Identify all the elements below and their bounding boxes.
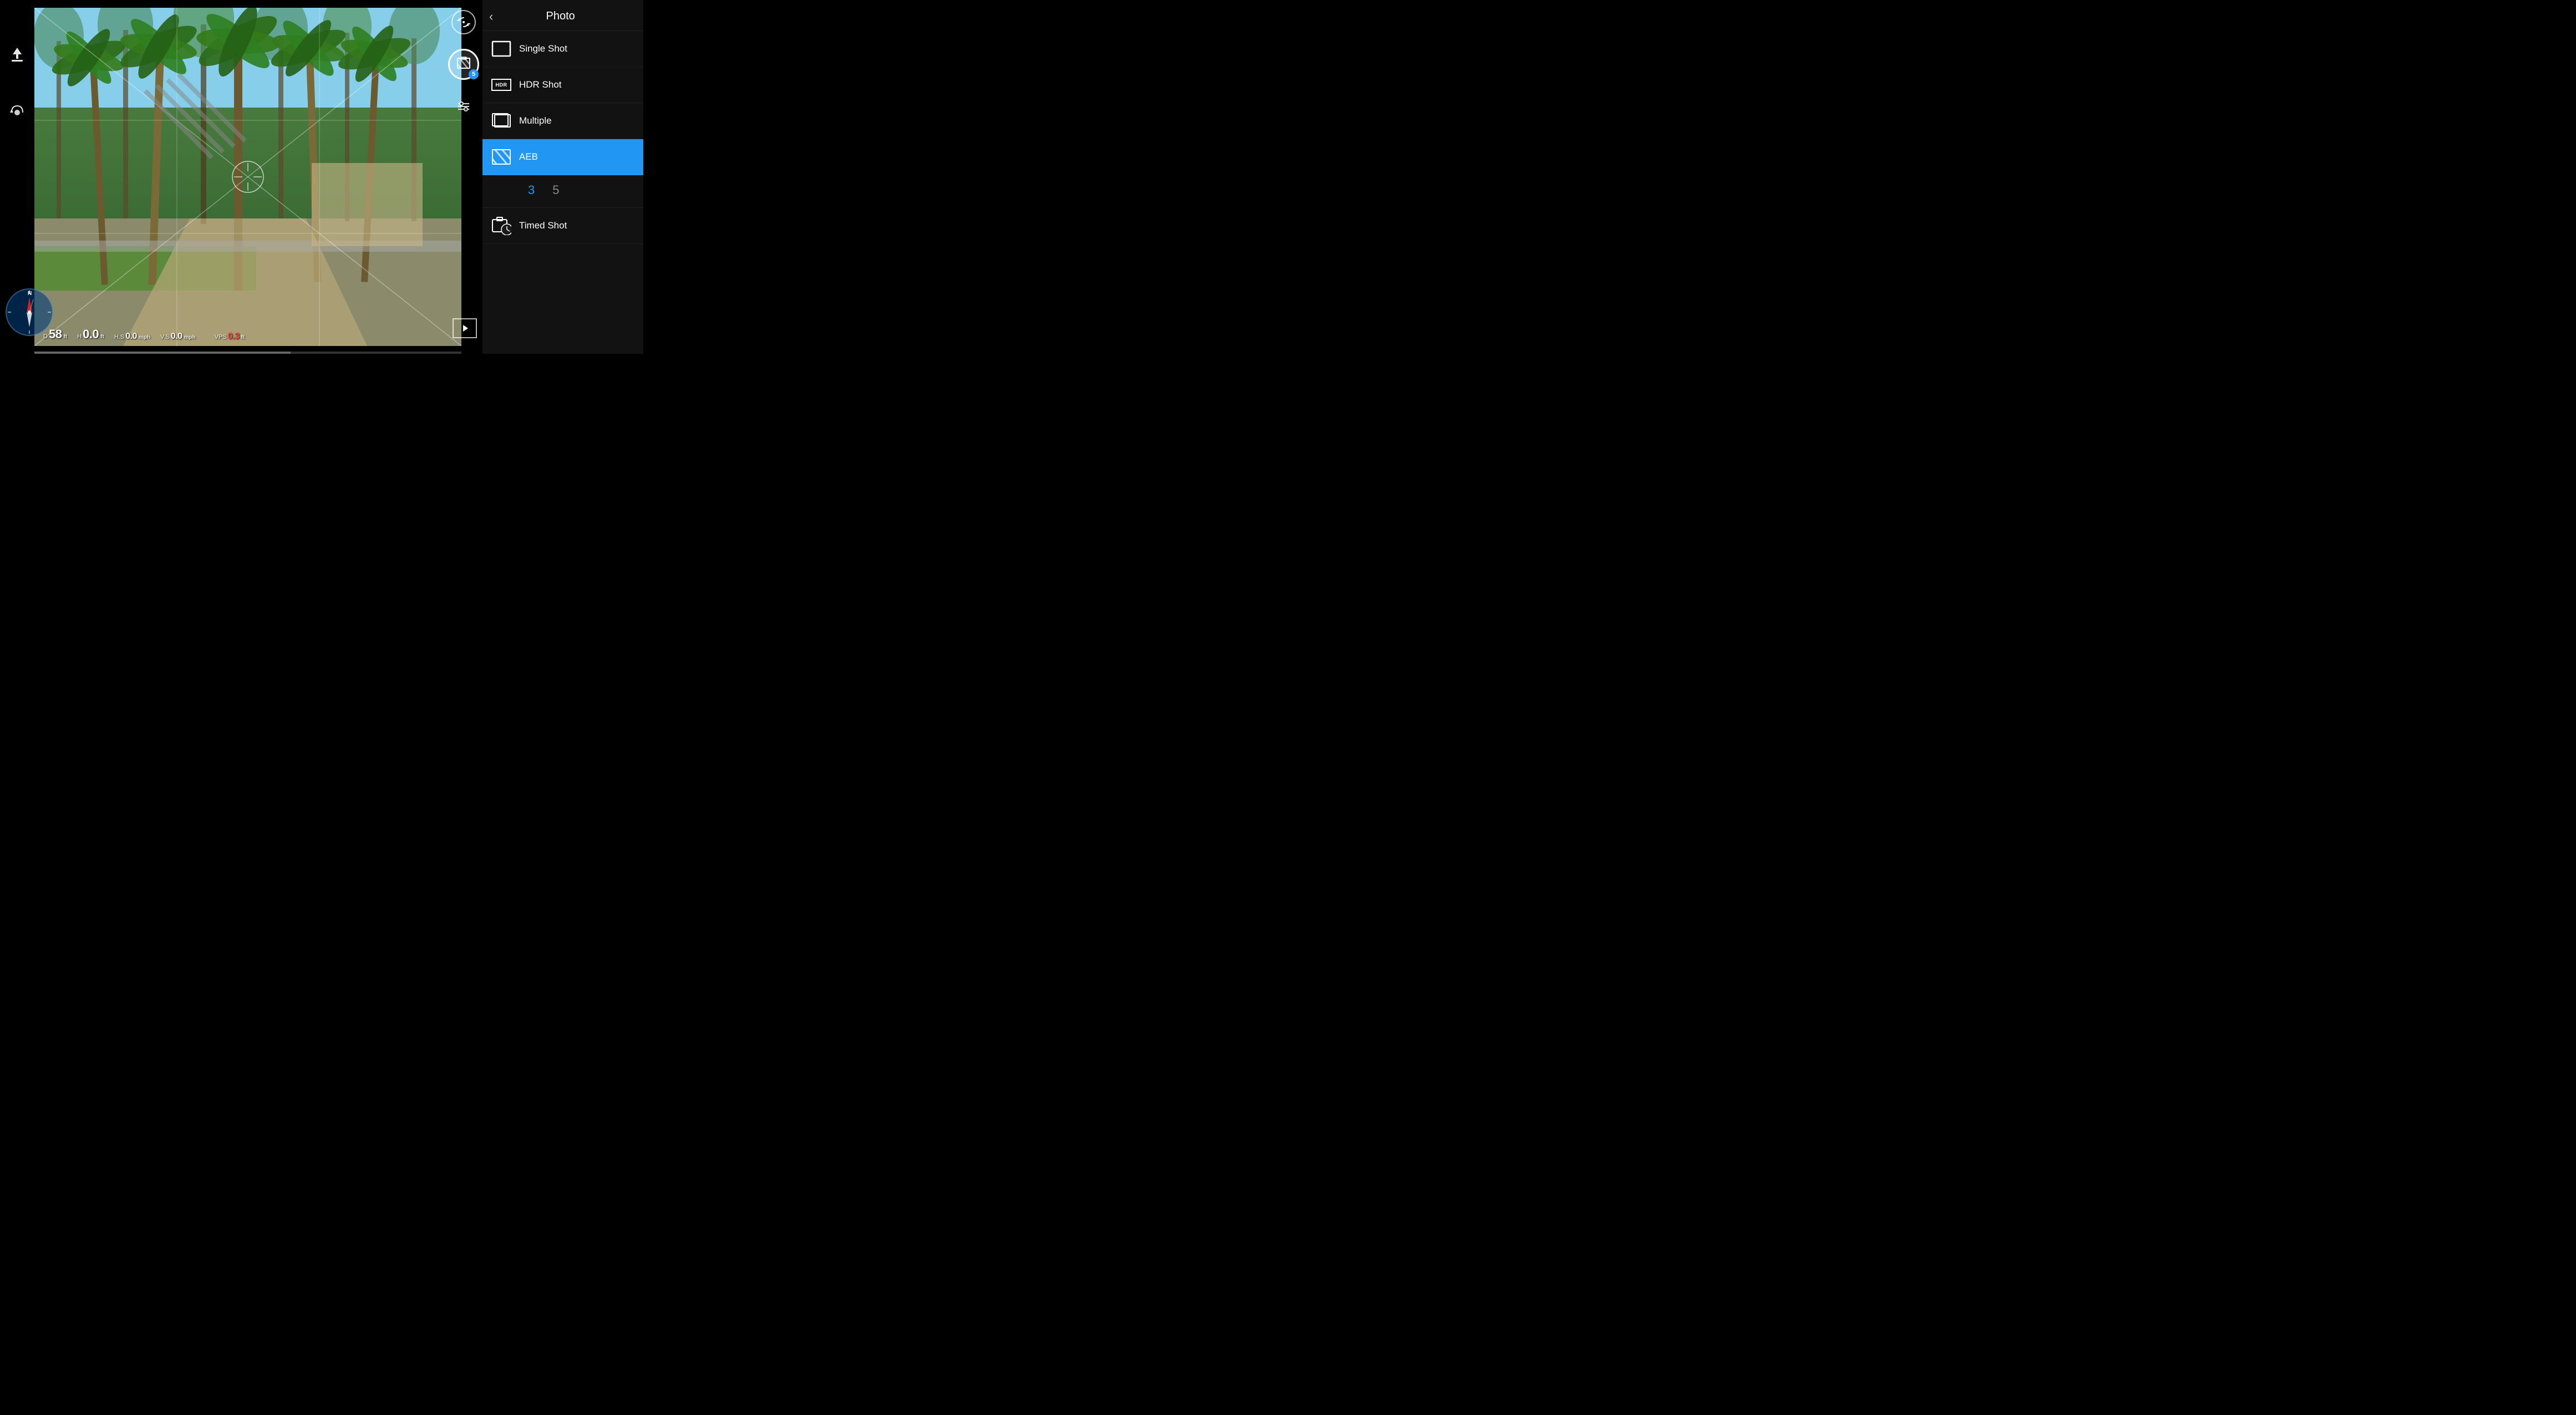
camera-viewport (34, 8, 461, 346)
hdr-shot-icon: HDR (491, 75, 511, 95)
playback-button[interactable] (453, 318, 477, 338)
shutter-button[interactable]: 5 (448, 49, 479, 80)
aeb-option-3[interactable]: 3 (519, 181, 543, 200)
hdr-shot-label: HDR Shot (519, 79, 562, 90)
aeb-icon (491, 147, 511, 167)
aeb-item[interactable]: AEB (482, 139, 643, 175)
multiple-item[interactable]: Multiple (482, 103, 643, 139)
aeb-label: AEB (519, 151, 538, 162)
compass: N (4, 287, 54, 337)
progress-bar (34, 352, 291, 354)
progress-bar-container (34, 352, 461, 354)
single-shot-label: Single Shot (519, 43, 567, 54)
multiple-label: Multiple (519, 115, 552, 126)
timed-shot-label: Timed Shot (519, 220, 567, 231)
back-button[interactable]: ‹ (489, 11, 493, 23)
aeb-sub-options: 3 5 (482, 175, 643, 208)
orbit-button[interactable] (7, 101, 27, 125)
shutter-badge: 5 (469, 69, 479, 79)
photo-header: ‹ Photo (482, 0, 643, 31)
timed-shot-icon (491, 216, 511, 236)
camera-flip-button[interactable] (451, 10, 476, 34)
single-shot-item[interactable]: Single Shot (482, 31, 643, 67)
single-shot-icon (491, 39, 511, 59)
photo-title: Photo (500, 10, 621, 23)
hdr-shot-item[interactable]: HDR HDR Shot (482, 67, 643, 103)
far-right-panel: 5 (448, 0, 480, 354)
aeb-option-5[interactable]: 5 (543, 181, 568, 200)
photo-menu-panel: ‹ Photo Single Shot HDR HDR Shot Multipl… (482, 0, 643, 354)
upload-button[interactable] (7, 44, 27, 68)
multiple-icon (491, 111, 511, 131)
hdr-badge: HDR (491, 79, 511, 91)
settings-button[interactable] (456, 99, 471, 118)
timed-shot-item[interactable]: Timed Shot (482, 208, 643, 244)
